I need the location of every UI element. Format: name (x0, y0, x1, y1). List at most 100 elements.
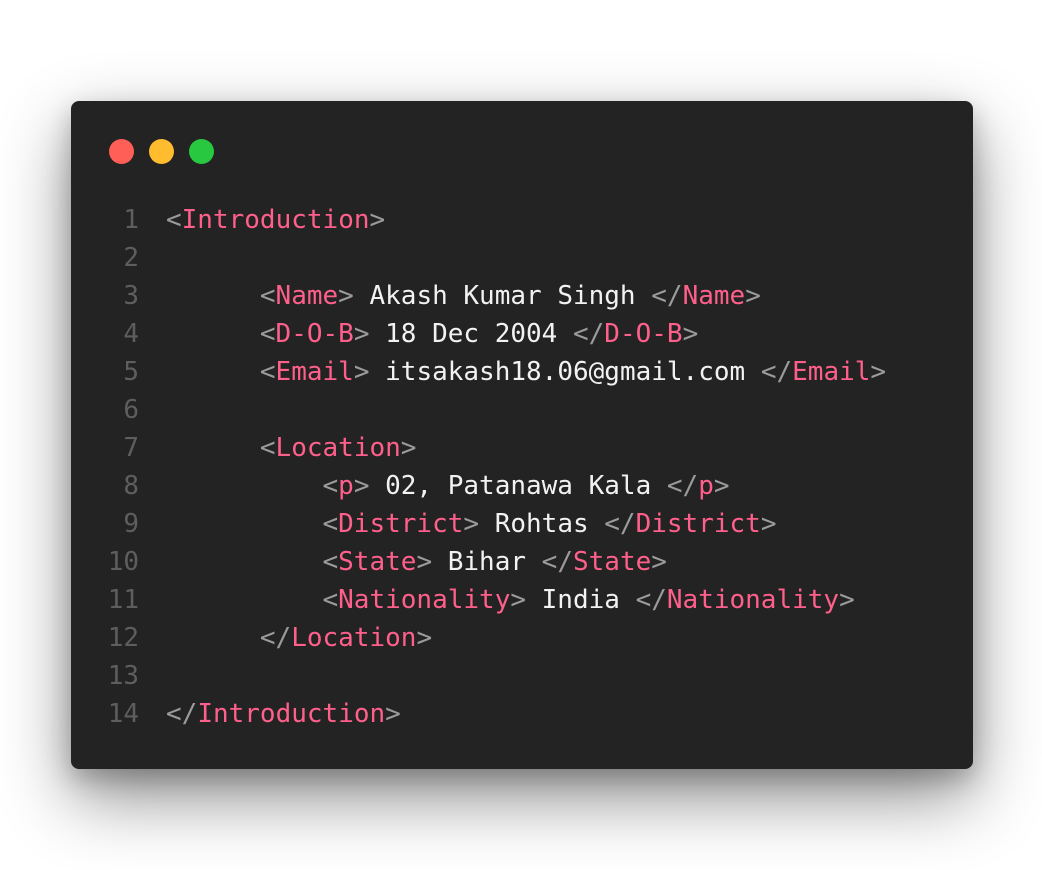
code-line: 14 </Introduction> (71, 695, 973, 733)
close-dot[interactable] (109, 139, 134, 164)
tag-name: Introduction (197, 699, 386, 729)
code-line: 7 <Location> (71, 429, 973, 467)
tag-bracket: > (682, 319, 699, 349)
line-content: <Location> (166, 429, 417, 467)
tag-bracket: > (870, 357, 887, 387)
tag-name: Nationality (666, 585, 840, 615)
tag-name: Email (792, 357, 871, 387)
text-value: Rohtas (479, 509, 605, 539)
line-content: <State> Bihar </State> (166, 543, 667, 581)
canvas-background: 1 <Introduction> 2 3 <Name> Akash Kumar Sing… (0, 0, 1042, 870)
tag-name: Introduction (181, 205, 370, 235)
tag-bracket: </ (666, 471, 699, 501)
tag-bracket: < (259, 357, 276, 387)
tag-bracket: </ (572, 319, 605, 349)
tag-name: District (635, 509, 761, 539)
line-number: 7 (123, 433, 139, 463)
tag-bracket: > (416, 623, 433, 653)
code-line: 11 <Nationality> India </Nationality> (71, 581, 973, 619)
tag-bracket: > (651, 547, 667, 577)
code-line: 8 <p> 02, Patanawa Kala </p> (71, 467, 973, 505)
tag-name: D-O-B (275, 319, 354, 349)
tag-bracket: </ (259, 623, 292, 653)
code-line: 3 <Name> Akash Kumar Singh </Name> (71, 277, 973, 315)
code-line: 5 <Email> itsakash18.06@gmail.com </Email… (71, 353, 973, 391)
line-content: <Name> Akash Kumar Singh </Name> (166, 277, 761, 315)
line-number: 5 (123, 357, 139, 387)
tag-bracket: > (385, 699, 401, 729)
line-content: <Introduction> (166, 201, 385, 239)
code-line: 12 </Location> (71, 619, 973, 657)
text-value: 18 Dec 2004 (369, 319, 573, 349)
minimize-dot[interactable] (149, 139, 174, 164)
line-number: 12 (107, 623, 139, 653)
tag-bracket: > (463, 509, 480, 539)
code-line: 10 <State> Bihar </State> (71, 543, 973, 581)
tag-bracket: < (259, 281, 276, 311)
tag-bracket: </ (604, 509, 636, 539)
tag-bracket: </ (166, 699, 198, 729)
tag-bracket: > (400, 433, 417, 463)
tag-name: State (338, 547, 417, 577)
tag-name: Location (291, 623, 417, 653)
code-line: 4 <D-O-B> 18 Dec 2004 </D-O-B> (71, 315, 973, 353)
text-value: India (526, 585, 636, 615)
code-line: 1 <Introduction> (71, 201, 973, 239)
line-number: 6 (123, 395, 139, 425)
tag-bracket: > (416, 547, 433, 577)
line-number: 11 (107, 585, 139, 615)
tag-bracket: > (353, 357, 370, 387)
line-number: 10 (107, 547, 139, 577)
tag-bracket: </ (635, 585, 667, 615)
line-number: 8 (123, 471, 139, 501)
line-content: <District> Rohtas </District> (166, 505, 777, 543)
tag-bracket: > (839, 585, 855, 615)
tag-name: p (698, 471, 714, 501)
tag-bracket: </ (760, 357, 793, 387)
tag-name: Location (275, 433, 401, 463)
line-number: 9 (123, 509, 139, 539)
text-value: Bihar (432, 547, 542, 577)
text-value: itsakash18.06@gmail.com (369, 357, 761, 387)
tag-name: D-O-B (604, 319, 683, 349)
tag-name: District (338, 509, 464, 539)
tag-bracket: < (166, 205, 182, 235)
tag-bracket: > (760, 509, 777, 539)
tag-name: Nationality (338, 585, 511, 615)
line-number: 2 (123, 243, 139, 273)
maximize-dot[interactable] (189, 139, 214, 164)
line-content: </Introduction> (166, 695, 401, 733)
tag-bracket: > (713, 471, 730, 501)
tag-name: State (572, 547, 652, 577)
text-value: Akash Kumar Singh (353, 281, 652, 311)
code-line: 13 (71, 657, 973, 695)
line-content: <Email> itsakash18.06@gmail.com </Email> (166, 353, 886, 391)
tag-bracket: < (259, 433, 276, 463)
tag-name: Name (682, 281, 746, 311)
line-content: <D-O-B> 18 Dec 2004 </D-O-B> (166, 315, 698, 353)
tag-bracket: < (322, 547, 339, 577)
text-value: 02, Patanawa Kala (369, 471, 667, 501)
tag-bracket: < (322, 509, 339, 539)
line-content: <p> 02, Patanawa Kala </p> (166, 467, 730, 505)
line-content: </Location> (166, 619, 432, 657)
code-window: 1 <Introduction> 2 3 <Name> Akash Kumar Sing… (71, 101, 973, 769)
tag-name: p (338, 471, 354, 501)
tag-bracket: > (353, 471, 370, 501)
line-number: 1 (123, 205, 139, 235)
tag-bracket: </ (541, 547, 573, 577)
tag-bracket: < (322, 585, 339, 615)
line-content: <Nationality> India </Nationality> (166, 581, 855, 619)
tag-bracket: > (510, 585, 526, 615)
tag-bracket: > (369, 205, 386, 235)
tag-bracket: </ (651, 281, 683, 311)
tag-bracket: < (259, 319, 276, 349)
tag-bracket: < (322, 471, 339, 501)
tag-bracket: > (745, 281, 761, 311)
tag-bracket: > (338, 281, 354, 311)
code-line: 6 (71, 391, 973, 429)
code-editor: 1 <Introduction> 2 3 <Name> Akash Kumar Sing… (71, 201, 973, 733)
tag-name: Email (275, 357, 354, 387)
code-line: 9 <District> Rohtas </District> (71, 505, 973, 543)
code-line: 2 (71, 239, 973, 277)
